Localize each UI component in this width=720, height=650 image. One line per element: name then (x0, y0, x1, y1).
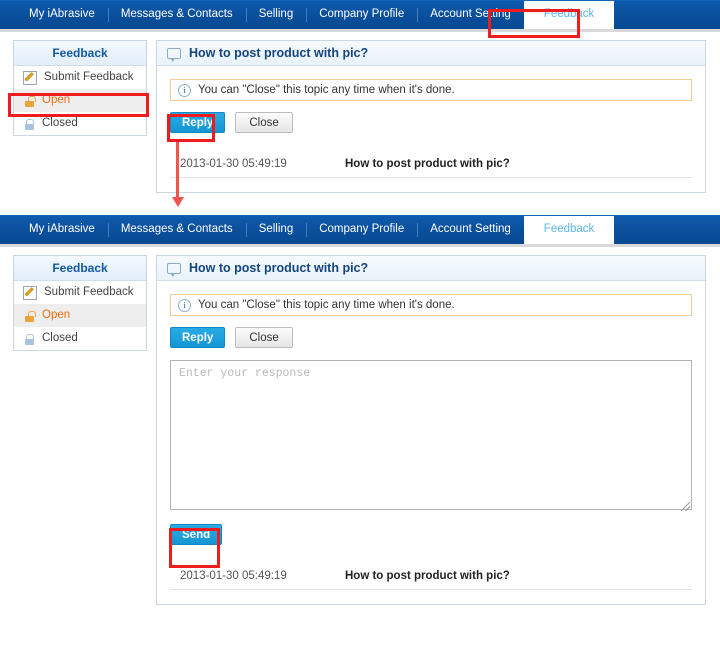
sidebar-item-open[interactable]: Open (14, 304, 146, 327)
info-notice: i You can "Close" this topic any time wh… (170, 294, 692, 316)
sidebar-item-submit-feedback[interactable]: Submit Feedback (14, 281, 146, 304)
sidebar-item-label: Open (42, 93, 71, 106)
reply-button[interactable]: Reply (170, 112, 226, 133)
nav-item-company-profile[interactable]: Company Profile (306, 1, 417, 29)
panel-header: How to post product with pic? (157, 256, 705, 281)
send-button-row: Send (170, 524, 692, 545)
sidebar-item-closed[interactable]: Closed (14, 327, 146, 350)
nav-item-label: Company Profile (319, 223, 405, 236)
message-subject: How to post product with pic? (345, 158, 510, 170)
nav-item-account-setting[interactable]: Account Setting (417, 216, 524, 244)
sidebar-title: Feedback (14, 41, 146, 66)
panel-spacer (170, 178, 692, 192)
info-notice: i You can "Close" this topic any time wh… (170, 79, 692, 101)
sidebar: Feedback Submit Feedback Open Closed (13, 255, 147, 351)
nav-item-selling[interactable]: Selling (245, 1, 307, 29)
screen-after-reply: My iAbrasive Messages & Contacts Selling… (0, 215, 720, 605)
nav-item-label: Selling (258, 8, 294, 21)
nav-item-label: Selling (258, 223, 294, 236)
sidebar-item-label: Submit Feedback (44, 285, 134, 298)
panel-body: i You can "Close" this topic any time wh… (157, 281, 705, 604)
nav-item-label: Messages & Contacts (120, 223, 233, 236)
sidebar-title: Feedback (14, 256, 146, 281)
pencil-icon (23, 285, 37, 300)
lock-closed-icon (23, 118, 35, 130)
page-title: How to post product with pic? (189, 46, 369, 60)
nav-item-messages-contacts[interactable]: Messages & Contacts (107, 216, 246, 244)
nav-item-company-profile[interactable]: Company Profile (306, 216, 417, 244)
notice-text: You can "Close" this topic any time when… (198, 84, 455, 96)
panel-body: i You can "Close" this topic any time wh… (157, 66, 705, 192)
nav-item-my-iabrasive[interactable]: My iAbrasive (16, 1, 108, 29)
top-navigation: My iAbrasive Messages & Contacts Selling… (0, 0, 720, 32)
page-title: How to post product with pic? (189, 261, 369, 275)
page-body: Feedback Submit Feedback Open Closed How… (0, 244, 720, 605)
pencil-icon (23, 70, 37, 85)
nav-item-account-setting[interactable]: Account Setting (417, 1, 524, 29)
sidebar-item-label: Submit Feedback (44, 70, 134, 83)
lock-open-icon (23, 95, 36, 107)
message-date: 2013-01-30 05:49:19 (180, 570, 287, 582)
close-button[interactable]: Close (235, 112, 293, 133)
lock-closed-icon (23, 333, 35, 345)
info-icon: i (178, 298, 191, 312)
info-icon: i (178, 83, 191, 97)
nav-item-messages-contacts[interactable]: Messages & Contacts (107, 1, 246, 29)
top-navigation: My iAbrasive Messages & Contacts Selling… (0, 215, 720, 247)
response-field-wrapper (170, 348, 692, 513)
notice-text: You can "Close" this topic any time when… (198, 299, 455, 311)
content-panel: How to post product with pic? i You can … (156, 40, 706, 193)
nav-item-label: Messages & Contacts (120, 8, 233, 21)
close-button[interactable]: Close (235, 327, 293, 348)
table-row[interactable]: 2013-01-30 05:49:19 How to post product … (170, 563, 692, 590)
sidebar-item-label: Open (42, 308, 71, 321)
sidebar-item-open[interactable]: Open (14, 89, 146, 112)
action-button-row: Reply Close (170, 327, 692, 348)
nav-item-feedback[interactable]: Feedback (523, 1, 615, 29)
panel-spacer (170, 590, 692, 604)
screen-before-reply: My iAbrasive Messages & Contacts Selling… (0, 0, 720, 193)
panel-header: How to post product with pic? (157, 41, 705, 66)
nav-item-label: Account Setting (430, 8, 511, 21)
nav-item-label: My iAbrasive (29, 223, 95, 236)
sidebar-item-label: Closed (42, 116, 78, 129)
nav-item-label: Account Setting (430, 223, 511, 236)
nav-item-label: Feedback (543, 223, 595, 236)
reply-button[interactable]: Reply (170, 327, 226, 348)
nav-item-label: Company Profile (319, 8, 405, 21)
message-date: 2013-01-30 05:49:19 (180, 158, 287, 170)
sidebar-item-label: Closed (42, 331, 78, 344)
lock-open-icon (23, 310, 36, 322)
nav-item-label: My iAbrasive (29, 8, 95, 21)
response-input[interactable] (170, 360, 692, 510)
speech-bubble-icon (167, 47, 181, 62)
content-panel: How to post product with pic? i You can … (156, 255, 706, 605)
action-button-row: Reply Close (170, 112, 692, 133)
nav-item-feedback[interactable]: Feedback (523, 216, 615, 244)
sidebar: Feedback Submit Feedback Open Closed (13, 40, 147, 136)
speech-bubble-icon (167, 262, 181, 277)
nav-item-label: Feedback (543, 8, 595, 21)
sidebar-item-closed[interactable]: Closed (14, 112, 146, 135)
sidebar-item-submit-feedback[interactable]: Submit Feedback (14, 66, 146, 89)
nav-item-selling[interactable]: Selling (245, 216, 307, 244)
table-row[interactable]: 2013-01-30 05:49:19 How to post product … (170, 151, 692, 178)
message-subject: How to post product with pic? (345, 570, 510, 582)
send-button[interactable]: Send (170, 524, 223, 545)
page-body: Feedback Submit Feedback Open Closed How… (0, 29, 720, 193)
nav-item-my-iabrasive[interactable]: My iAbrasive (16, 216, 108, 244)
